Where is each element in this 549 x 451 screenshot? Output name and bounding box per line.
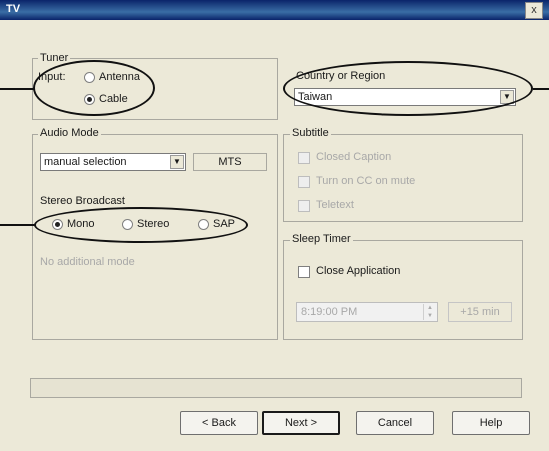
back-label: < Back [202,417,236,429]
stereo-highlight-oval [34,207,248,243]
plus-15-min-button[interactable]: +15 min [448,302,512,322]
country-highlight-oval [283,61,533,116]
cancel-button[interactable]: Cancel [356,411,434,435]
subtitle-label: Subtitle [290,127,331,139]
help-button[interactable]: Help [452,411,530,435]
audio-mode-label: Audio Mode [38,127,101,139]
sleep-timer-label: Sleep Timer [290,233,353,245]
window-title: TV [6,3,21,15]
mts-box: MTS [193,153,267,171]
status-bar [30,378,522,398]
tv-wizard-window: TV x Tuner Input: Antenna Cable Country … [0,0,549,451]
next-label: Next > [284,417,318,429]
stereo-leader-line [0,224,35,226]
close-application-checkbox[interactable] [298,266,310,278]
closed-caption-checkbox[interactable] [298,152,310,164]
sleep-time-value: 8:19:00 PM [301,306,358,318]
tuner-leader-line [0,88,34,90]
no-additional-mode-text: No additional mode [40,256,135,268]
back-button[interactable]: < Back [180,411,258,435]
cc-on-mute-label: Turn on CC on mute [316,175,416,187]
audio-mode-select[interactable]: manual selection ▼ [40,153,186,171]
country-leader-line [533,88,549,90]
sleep-time-input[interactable]: 8:19:00 PM ▲ ▼ [296,302,438,322]
teletext-checkbox[interactable] [298,200,310,212]
audio-mode-value: manual selection [44,156,127,168]
cancel-label: Cancel [377,417,413,429]
close-application-label: Close Application [316,265,401,277]
teletext-label: Teletext [316,199,354,211]
tuner-highlight-oval [33,60,155,116]
mts-label: MTS [218,156,242,168]
stereo-broadcast-label: Stereo Broadcast [40,195,125,207]
help-label: Help [479,417,503,429]
spinner-icon[interactable]: ▲ ▼ [423,304,436,320]
next-button[interactable]: Next > [262,411,340,435]
cc-on-mute-checkbox[interactable] [298,176,310,188]
sleep-timer-group [283,240,523,340]
chevron-down-icon[interactable]: ▼ [170,155,184,169]
close-icon[interactable]: x [525,2,543,19]
closed-caption-label: Closed Caption [316,151,392,163]
plus-15-min-label: +15 min [460,306,500,318]
title-bar[interactable]: TV x [0,0,549,20]
